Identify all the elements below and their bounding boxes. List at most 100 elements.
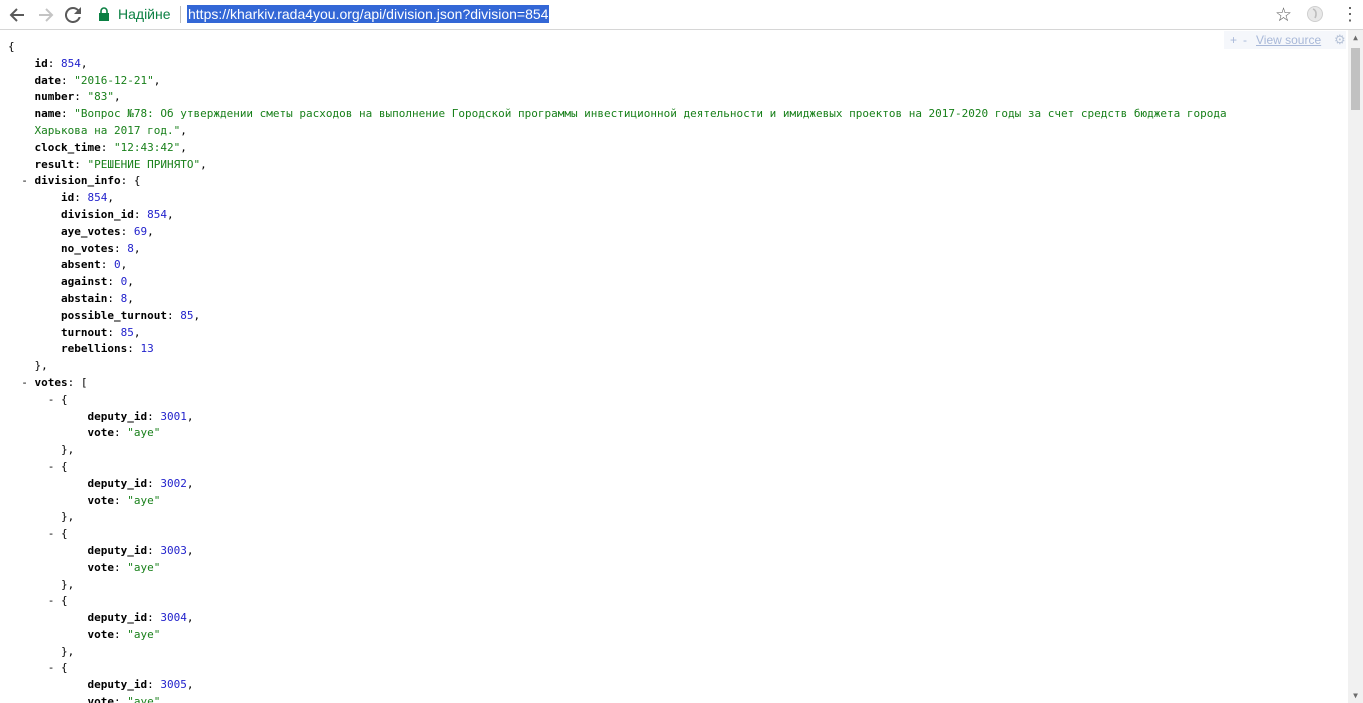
json-string-value: "aye" (127, 493, 161, 507)
lock-icon[interactable] (98, 7, 110, 21)
forward-arrow-icon[interactable] (35, 4, 57, 26)
json-line: deputy_id: 3002, (8, 476, 1227, 493)
json-key: turnout (60, 325, 108, 339)
json-line: aye_votes: 69, (8, 224, 1227, 241)
scroll-thumb[interactable] (1351, 48, 1360, 110)
json-key: division_id (60, 207, 134, 221)
json-punctuation (8, 275, 61, 288)
json-punctuation (8, 242, 61, 255)
json-punctuation: : (113, 560, 128, 574)
json-punctuation: : (147, 611, 161, 625)
json-key: deputy_id (87, 678, 148, 692)
json-key: vote (87, 695, 114, 703)
json-line: vote: "aye" (8, 425, 1227, 442)
json-string-value: "83" (87, 90, 115, 104)
json-key: absent (60, 258, 101, 272)
json-punctuation: }, (8, 359, 48, 373)
json-punctuation (8, 661, 48, 674)
json-punctuation (8, 376, 21, 389)
reload-icon[interactable] (62, 4, 84, 26)
json-key: name (34, 107, 62, 121)
scroll-up-arrow-icon[interactable]: ▲ (1348, 30, 1363, 45)
kebab-menu-icon[interactable]: ⋮ (1341, 4, 1359, 24)
collapse-all-button[interactable]: - (1243, 33, 1247, 47)
json-punctuation: }, (8, 644, 75, 658)
json-line: name: "Вопрос №78: Об утверждении сметы … (8, 106, 1227, 123)
json-punctuation (8, 90, 35, 103)
expand-all-button[interactable]: + (1230, 33, 1237, 47)
json-punctuation (8, 326, 61, 339)
json-key: deputy_id (87, 476, 148, 490)
vertical-scrollbar[interactable]: ▲ ▼ (1348, 30, 1363, 703)
json-punctuation: : [ (67, 375, 88, 389)
json-punctuation: { (8, 40, 15, 53)
json-punctuation: : (107, 275, 121, 289)
json-punctuation: , (133, 241, 141, 255)
json-punctuation (8, 191, 61, 204)
json-punctuation: , (193, 308, 201, 322)
view-source-link[interactable]: View source (1256, 33, 1321, 47)
json-punctuation (8, 342, 61, 355)
json-string-value: "aye" (127, 426, 161, 440)
json-number-value: 854 (87, 191, 108, 205)
json-punctuation: : (113, 241, 128, 255)
json-punctuation: , (186, 611, 194, 625)
extension-icon[interactable] (1306, 5, 1324, 23)
json-key: rebellions (60, 342, 128, 356)
json-punctuation (8, 124, 35, 137)
json-number-value: 85 (120, 325, 134, 339)
json-punctuation: : (74, 90, 88, 104)
json-punctuation: }, (8, 510, 75, 524)
collapse-toggle[interactable]: - (21, 174, 28, 187)
json-punctuation: : { (120, 174, 141, 188)
url-text[interactable]: https://kharkiv.rada4you.org/api/divisio… (187, 5, 550, 23)
json-key: no_votes (60, 241, 114, 255)
json-punctuation: , (80, 56, 88, 70)
json-punctuation (8, 695, 87, 703)
json-key: deputy_id (87, 409, 148, 423)
scroll-down-arrow-icon[interactable]: ▼ (1348, 688, 1363, 703)
json-key: votes (34, 375, 68, 389)
json-line: - { (8, 593, 1227, 610)
json-key: result (34, 157, 75, 171)
json-punctuation (8, 74, 35, 87)
json-number-value: 3004 (160, 611, 187, 625)
json-line: - votes: [ (8, 375, 1227, 392)
json-line: vote: "aye" (8, 493, 1227, 510)
json-line: - { (8, 459, 1227, 476)
json-punctuation: : (113, 627, 128, 641)
json-line: }, (8, 442, 1227, 459)
json-line: division_id: 854, (8, 207, 1227, 224)
json-punctuation (8, 494, 87, 507)
star-icon[interactable]: ☆ (1275, 4, 1292, 27)
json-content: { id: 854, date: "2016-12-21", number: "… (8, 39, 1227, 703)
gear-icon[interactable]: ⚙ (1334, 32, 1346, 48)
json-line: - { (8, 392, 1227, 409)
viewsource-toolbar: + - View source ⚙ (1224, 31, 1346, 49)
json-punctuation: : (166, 308, 181, 322)
address-bar[interactable]: Надійне https://kharkiv.rada4you.org/api… (90, 2, 1304, 26)
secure-label[interactable]: Надійне (118, 6, 171, 22)
json-number-value: 8 (127, 241, 134, 255)
json-punctuation (8, 611, 87, 624)
json-string-value: "12:43:42" (113, 140, 181, 154)
json-line: { (8, 39, 1227, 56)
json-punctuation: , (166, 207, 174, 221)
json-line: }, (8, 358, 1227, 375)
collapse-toggle[interactable]: - (21, 376, 28, 389)
json-punctuation (28, 376, 35, 389)
json-key: vote (87, 560, 114, 574)
back-arrow-icon[interactable] (6, 4, 28, 26)
json-key: clock_time (34, 140, 101, 154)
json-line: deputy_id: 3004, (8, 610, 1227, 627)
json-key: abstain (60, 291, 108, 305)
json-line: - division_info: { (8, 173, 1227, 190)
json-line: id: 854, (8, 190, 1227, 207)
json-punctuation: , (180, 140, 187, 154)
json-punctuation (8, 258, 61, 271)
json-number-value: 3005 (160, 678, 187, 692)
json-line: against: 0, (8, 274, 1227, 291)
json-punctuation: : (113, 426, 128, 440)
json-punctuation: : (147, 476, 161, 490)
json-punctuation: , (114, 90, 121, 104)
